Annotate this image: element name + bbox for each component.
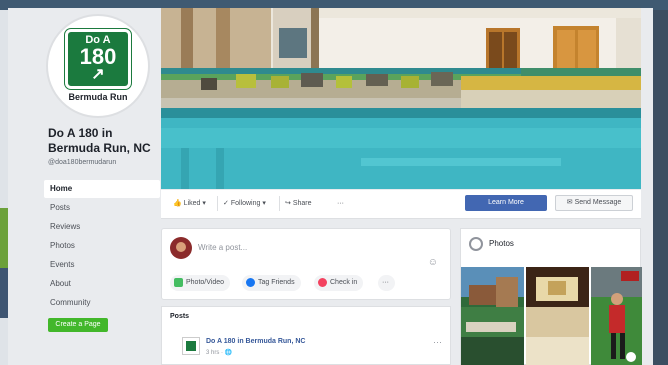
learn-more-button[interactable]: Learn More bbox=[465, 195, 547, 211]
logo-caption: Bermuda Run bbox=[68, 92, 128, 102]
patio-photo bbox=[461, 267, 524, 365]
following-button[interactable]: ✓ Following ▾ bbox=[223, 196, 266, 211]
share-button[interactable]: ↪ Share bbox=[285, 196, 312, 211]
nav-item-home[interactable]: Home bbox=[44, 180, 160, 198]
share-label: Share bbox=[292, 200, 312, 207]
page-nav: Home Posts Reviews Photos Events About C… bbox=[44, 180, 160, 313]
tag-friends-button[interactable]: Tag Friends bbox=[242, 275, 301, 291]
post-options-button[interactable]: ··· bbox=[433, 337, 442, 347]
check-in-label: Check in bbox=[330, 279, 358, 286]
photo-thumbnail[interactable] bbox=[461, 267, 524, 365]
photo-thumbnail[interactable] bbox=[591, 267, 642, 365]
nav-item-reviews[interactable]: Reviews bbox=[44, 218, 160, 236]
tag-friends-icon bbox=[246, 277, 255, 287]
page-profile-picture[interactable]: Do A 180 ↗ Bermuda Run bbox=[46, 14, 150, 118]
nav-item-posts[interactable]: Posts bbox=[44, 199, 160, 217]
soccer-photo bbox=[591, 267, 642, 365]
composer-input[interactable]: Write a post... bbox=[198, 243, 247, 252]
liked-label: Liked bbox=[183, 200, 201, 207]
page-sidebar: Do A 180 ↗ Bermuda Run Do A 180 in Bermu… bbox=[8, 8, 160, 365]
nav-item-about[interactable]: About bbox=[44, 275, 160, 293]
photos-title: Photos bbox=[489, 239, 514, 248]
cover-photo[interactable] bbox=[161, 8, 641, 189]
send-message-button[interactable]: ✉ Send Message bbox=[555, 195, 633, 211]
nav-item-photos[interactable]: Photos bbox=[44, 237, 160, 255]
facebook-page-window: Do A 180 ↗ Bermuda Run Do A 180 in Bermu… bbox=[8, 8, 653, 365]
check-in-button[interactable]: Check in bbox=[314, 275, 364, 291]
nav-item-community[interactable]: Community bbox=[44, 294, 160, 312]
post-author-avatar[interactable] bbox=[182, 337, 200, 355]
tag-friends-label: Tag Friends bbox=[258, 279, 295, 286]
clubhouse-photo bbox=[526, 267, 589, 365]
liked-button[interactable]: 👍 Liked ▾ bbox=[173, 196, 206, 211]
page-action-bar: 👍 Liked ▾ ✓ Following ▾ ↪ Share ··· Lear… bbox=[161, 190, 641, 219]
user-avatar bbox=[170, 237, 192, 259]
photo-video-label: Photo/Video bbox=[186, 279, 225, 286]
location-pin-icon bbox=[318, 277, 327, 287]
send-message-label: Send Message bbox=[574, 199, 622, 206]
following-label: Following bbox=[230, 200, 261, 207]
page-handle[interactable]: @doa180bermudarun bbox=[48, 159, 116, 166]
sign-number: 180 bbox=[79, 44, 117, 69]
nav-item-events[interactable]: Events bbox=[44, 256, 160, 274]
action-divider bbox=[217, 196, 218, 211]
more-options-button[interactable]: ··· bbox=[337, 196, 344, 211]
create-page-button[interactable]: Create a Page bbox=[48, 318, 108, 332]
posts-heading: Posts bbox=[170, 313, 190, 320]
highway-sign-logo: Do A 180 ↗ bbox=[65, 29, 131, 89]
photos-widget: Photos bbox=[460, 228, 642, 365]
emoji-icon[interactable]: ☺ bbox=[428, 257, 438, 268]
composer-more-button[interactable]: ··· bbox=[378, 275, 395, 291]
post-author-name[interactable]: Do A 180 in Bermuda Run, NC bbox=[206, 338, 305, 345]
indoor-pool-image bbox=[161, 8, 641, 189]
action-divider bbox=[279, 196, 280, 211]
arrow-up-right-icon: ↗ bbox=[91, 66, 105, 83]
photo-icon bbox=[174, 277, 183, 287]
page-title[interactable]: Do A 180 in Bermuda Run, NC bbox=[48, 126, 160, 156]
posts-section: Posts Do A 180 in Bermuda Run, NC 3 hrs … bbox=[161, 306, 451, 365]
post-composer: Write a post... ☺ Photo/Video Tag Friend… bbox=[161, 228, 451, 300]
photo-video-button[interactable]: Photo/Video bbox=[170, 275, 231, 291]
camera-icon bbox=[469, 237, 483, 251]
post-timestamp[interactable]: 3 hrs · 🌐 bbox=[206, 349, 232, 356]
messenger-icon: ✉ bbox=[566, 199, 573, 206]
photo-thumbnail[interactable] bbox=[526, 267, 589, 365]
